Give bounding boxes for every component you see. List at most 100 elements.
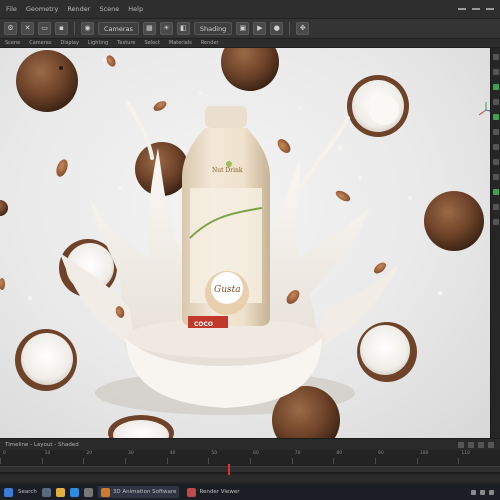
cameras-dropdown[interactable]: Cameras: [98, 22, 139, 35]
coconut-half: [108, 415, 174, 438]
ruler-tick: 70: [291, 451, 334, 464]
coconut-whole: [16, 50, 78, 112]
taskbar-app-viewer[interactable]: Render Viewer: [184, 486, 242, 498]
window-controls: [458, 8, 500, 10]
coconut-half: [357, 322, 417, 382]
tool-icon[interactable]: [492, 99, 499, 105]
menu-render[interactable]: Render: [67, 5, 90, 13]
viewer-app-icon: [187, 487, 197, 497]
main-toolbar: ⚙ ✕ ▭ ▪ ◉ Cameras ▦ ☀ ◧ Shading ▣ ▶ ● ✥: [0, 19, 500, 39]
tool-icon[interactable]: [492, 204, 499, 210]
panel-menu-lighting[interactable]: Lighting: [88, 40, 108, 46]
panel-menu-scene[interactable]: Scene: [5, 40, 20, 46]
timeline-header: Timeline - Layout - Shaded: [0, 438, 500, 450]
folder-icon[interactable]: ▭: [38, 22, 51, 35]
tool-icon[interactable]: [492, 54, 499, 60]
tool-icon[interactable]: [492, 219, 499, 225]
timeline-ruler[interactable]: 0 10 20 30 40 50 60 70 80 90 100 110: [0, 451, 500, 464]
ruler-tick: 20: [83, 451, 125, 464]
volume-icon[interactable]: [480, 489, 485, 495]
panel-menu-select[interactable]: Select: [144, 40, 159, 46]
almond: [335, 190, 351, 202]
ruler-tick: 110: [458, 451, 500, 464]
minimize-icon[interactable]: [458, 8, 466, 10]
menu-geometry[interactable]: Geometry: [26, 5, 58, 13]
almond: [56, 159, 68, 177]
maximize-icon[interactable]: [472, 8, 480, 10]
forward-icon[interactable]: [478, 441, 484, 448]
task-view-icon[interactable]: [41, 487, 51, 497]
ruler-tick: 60: [250, 451, 292, 464]
coconut-whole: [0, 200, 8, 216]
bottle-brand-main: Gusta: [214, 285, 241, 295]
toolbar-divider: [74, 22, 75, 35]
ruler-tick: 80: [333, 451, 375, 464]
close-icon[interactable]: ✕: [21, 22, 34, 35]
tool-icon[interactable]: [492, 129, 499, 135]
coconut-half: [15, 329, 77, 391]
gear-icon[interactable]: ⚙: [4, 22, 17, 35]
notification-icon[interactable]: [489, 489, 494, 495]
taskbar-search[interactable]: Search: [18, 489, 37, 495]
coconut-whole: [221, 48, 279, 91]
menu-help[interactable]: Help: [128, 5, 143, 13]
taskbar-app-label: 3D Animation Software: [112, 489, 177, 495]
ruler-tick: 40: [166, 451, 209, 464]
timeline-track[interactable]: [0, 475, 500, 482]
rewind-icon[interactable]: [458, 441, 464, 448]
os-taskbar: Search 3D Animation Software Render View…: [0, 484, 500, 500]
browser-icon[interactable]: [69, 487, 79, 497]
app-window: File Geometry Render Scene Help ⚙ ✕ ▭ ▪ …: [0, 0, 500, 500]
light-icon[interactable]: ☀: [159, 22, 173, 35]
tool-icon[interactable]: [492, 159, 499, 165]
tool-icon[interactable]: [492, 174, 499, 180]
settings-icon[interactable]: [488, 441, 494, 448]
3d-app-icon: [100, 487, 110, 497]
ruler-tick: 10: [41, 451, 84, 464]
coconut-half: [347, 75, 409, 137]
3d-viewport[interactable]: Nut Drink Gusta COCO: [0, 48, 490, 438]
timeline-controls: [458, 441, 500, 448]
panel-menu-display[interactable]: Display: [60, 40, 78, 46]
move-icon[interactable]: ✥: [296, 22, 310, 35]
folder-icon[interactable]: [55, 487, 65, 497]
timeline-panel[interactable]: 0 10 20 30 40 50 60 70 80 90 100 110: [0, 450, 500, 484]
ruler-tick: 30: [125, 451, 167, 464]
right-tool-strip: [490, 48, 500, 438]
ruler-tick: 90: [375, 451, 417, 464]
taskbar-app-label: Render Viewer: [199, 489, 240, 495]
network-icon[interactable]: [471, 489, 476, 495]
shading-dropdown[interactable]: Shading: [193, 22, 233, 35]
coconut-whole: [424, 191, 484, 251]
cube-icon[interactable]: ◧: [176, 22, 190, 35]
close-icon[interactable]: [486, 8, 494, 10]
panel-menu-render[interactable]: Render: [201, 40, 219, 46]
bottle-brand-top: Nut Drink: [212, 167, 243, 174]
start-icon[interactable]: [4, 487, 13, 497]
render-icon[interactable]: ▶: [253, 22, 267, 35]
sphere-icon[interactable]: ●: [270, 22, 284, 35]
taskbar-app-3d[interactable]: 3D Animation Software: [97, 486, 180, 498]
toolbar-divider: [289, 22, 291, 35]
frame-icon[interactable]: ▣: [236, 22, 250, 35]
save-icon[interactable]: ▪: [55, 22, 68, 35]
almond: [277, 139, 291, 153]
play-icon[interactable]: [468, 441, 474, 448]
grid-icon[interactable]: ▦: [142, 22, 156, 35]
tool-icon[interactable]: [492, 189, 499, 195]
panel-menu-materials[interactable]: Materials: [169, 40, 192, 46]
tool-icon[interactable]: [492, 69, 499, 75]
tool-icon[interactable]: [492, 144, 499, 150]
menu-scene[interactable]: Scene: [99, 5, 119, 13]
menu-file[interactable]: File: [6, 5, 17, 13]
camera-icon[interactable]: ◉: [81, 22, 94, 35]
tool-icon[interactable]: [492, 84, 499, 90]
panel-menu-cameras[interactable]: Cameras: [29, 40, 51, 46]
render-scene: Nut Drink Gusta COCO: [0, 48, 484, 438]
app-icon[interactable]: [83, 487, 93, 497]
menu-bar: File Geometry Render Scene Help: [0, 0, 500, 19]
panel-menu-texture[interactable]: Texture: [117, 40, 135, 46]
timeline-title: Timeline - Layout - Shaded: [5, 441, 79, 448]
tool-icon[interactable]: [492, 114, 499, 120]
timeline-track[interactable]: [0, 466, 500, 473]
